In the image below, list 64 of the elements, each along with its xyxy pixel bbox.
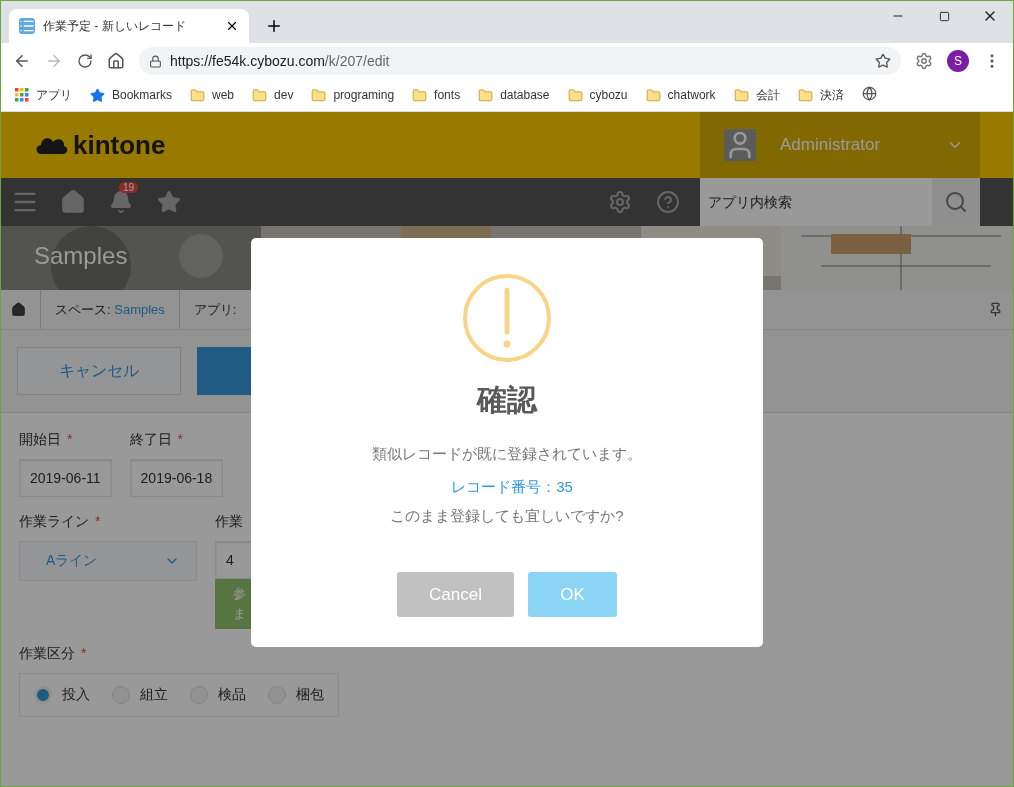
globe-icon[interactable] — [861, 85, 877, 101]
bookmark-item[interactable]: programing — [311, 87, 395, 103]
kintone-logo-text: kintone — [73, 129, 166, 161]
user-avatar-icon — [724, 129, 756, 161]
field-label: 作業 — [215, 513, 243, 531]
radio-option[interactable]: 投入 — [34, 686, 90, 704]
search-button[interactable] — [932, 178, 980, 226]
space-title: Samples — [34, 242, 128, 270]
address-bar[interactable]: https://fe54k.cybozu.com/k/207/edit — [139, 47, 901, 75]
field-label: 終了日 * — [129, 431, 184, 449]
date-field[interactable]: 2019-06-11 — [19, 459, 112, 497]
folder-icon — [412, 87, 428, 103]
maximize-icon[interactable] — [938, 10, 950, 22]
browser-tab[interactable]: 作業予定 - 新しいレコード — [9, 9, 249, 43]
lock-icon — [149, 54, 162, 68]
notification-badge: 19 — [119, 182, 139, 193]
field-label: 作業ライン * — [19, 513, 101, 531]
bookmark-item[interactable]: 決済 — [797, 86, 844, 104]
gear-icon[interactable] — [915, 52, 933, 70]
folder-icon — [797, 87, 813, 103]
back-icon[interactable] — [13, 52, 31, 70]
radio-option[interactable]: 梱包 — [268, 686, 324, 704]
bookmark-item[interactable]: web — [190, 87, 235, 103]
breadcrumb-item[interactable]: スペース: Samples — [40, 290, 165, 329]
bookmark-item[interactable]: アプリ — [15, 86, 72, 104]
star-icon[interactable] — [157, 190, 181, 214]
folder-icon — [311, 87, 327, 103]
close-tab-icon[interactable] — [225, 19, 239, 33]
dialog-question: このまま登録しても宜しいですか? — [390, 507, 624, 526]
folder-icon — [478, 87, 494, 103]
folder-icon — [190, 87, 206, 103]
dialog-message: 類似レコードが既に登録されています。 — [372, 445, 642, 464]
bookmark-item[interactable]: fonts — [412, 87, 461, 103]
folder-icon — [567, 87, 583, 103]
home-icon[interactable] — [11, 302, 26, 317]
bookmark-item[interactable]: database — [478, 87, 550, 103]
bookmark-item[interactable]: 会計 — [733, 86, 780, 104]
bookmark-item[interactable]: chatwork — [645, 87, 716, 103]
bookmark-item[interactable]: cybozu — [567, 87, 628, 103]
profile-avatar[interactable]: S — [947, 50, 969, 72]
date-field[interactable]: 2019-06-18 — [129, 459, 224, 497]
folder-icon — [645, 87, 661, 103]
search-icon — [944, 190, 968, 214]
breadcrumb-item[interactable]: アプリ: — [178, 290, 237, 329]
bookmark-star-icon[interactable] — [875, 53, 891, 69]
folder-icon — [252, 87, 268, 103]
new-tab-icon[interactable] — [265, 17, 283, 35]
star-icon — [90, 87, 105, 103]
reload-icon[interactable] — [77, 53, 93, 69]
field-label: 作業区分 * — [19, 645, 87, 663]
field-label: 開始日 * — [19, 431, 73, 449]
apps-grid-icon — [15, 88, 29, 102]
folder-icon — [733, 87, 749, 103]
radio-option[interactable]: 組立 — [112, 686, 168, 704]
list-icon — [19, 18, 35, 34]
bookmark-item[interactable]: dev — [252, 87, 294, 103]
dialog-title: 確認 — [477, 382, 537, 418]
warning-icon — [463, 274, 551, 362]
url-text: https://fe54k.cybozu.com/k/207/edit — [170, 53, 391, 69]
radio-option[interactable]: 検品 — [190, 686, 246, 704]
bookmark-item[interactable]: Bookmarks — [90, 87, 173, 103]
home-icon[interactable] — [107, 52, 125, 70]
search-field[interactable]: アプリ内検索 — [700, 178, 932, 226]
pin-icon[interactable] — [988, 302, 1003, 317]
